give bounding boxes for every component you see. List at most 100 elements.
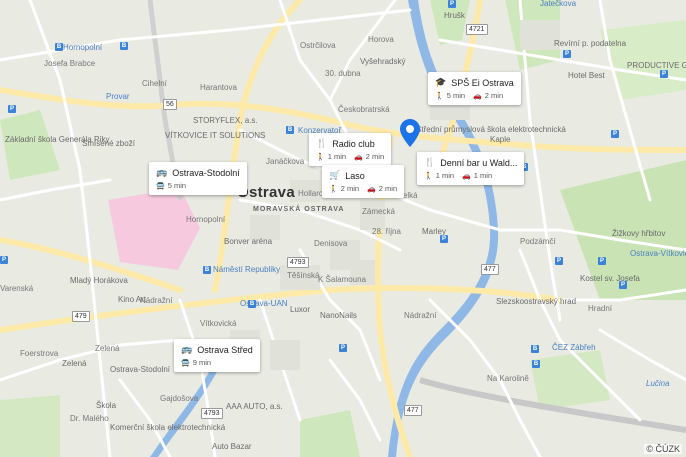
street-label: Hradní <box>588 304 613 313</box>
bus-icon: 🚌 <box>156 167 168 177</box>
route-shield: 4721 <box>466 24 488 35</box>
walk-time: 1 min <box>435 171 455 180</box>
place-label: Mladý Horákova <box>70 276 128 285</box>
drive-time: 2 min <box>484 91 504 100</box>
transit-stop-icon[interactable]: B <box>248 300 256 308</box>
street-label: Vítkovická <box>200 319 237 328</box>
poi-card-title: Ostrava-Stodolní <box>172 167 240 178</box>
place-label: Škola <box>96 401 117 410</box>
drive-time: 2 min <box>365 152 385 161</box>
route-shield: 477 <box>404 405 422 416</box>
poi-card-ostrava-stred[interactable]: 🚌 Ostrava Střed 🚍 9 min <box>174 339 260 372</box>
street-label: Foerstrova <box>20 349 59 358</box>
walk-time: 5 min <box>446 91 466 100</box>
street-label: Horova <box>368 35 394 44</box>
street-label: Na Karolině <box>487 374 529 383</box>
place-label: Komerční škola elektrotechnická <box>110 423 226 432</box>
transit-stop-icon[interactable]: B <box>286 126 294 134</box>
route-shield: 477 <box>481 264 499 275</box>
place-label: STORYFLEX, a.s. <box>193 116 258 125</box>
car-icon: 🚗 <box>367 185 376 193</box>
poi-card-denni-bar[interactable]: 🍴 Denní bar u Wald... 🚶 1 min 🚗 1 min <box>417 152 525 185</box>
parking-icon[interactable]: P <box>598 257 606 265</box>
bus-icon: 🚌 <box>181 344 193 354</box>
street-label: Zámecká <box>362 207 395 216</box>
parking-icon[interactable]: P <box>660 70 668 78</box>
drive-time: 1 min <box>473 171 493 180</box>
place-label: ČEZ Zábřeh <box>552 343 596 352</box>
transit-stop-icon[interactable]: B <box>203 266 211 274</box>
poi-card-school[interactable]: 🎓 SPŠ Ei Ostrava 🚶 5 min 🚗 2 min <box>428 72 521 105</box>
street-label: Nádražní <box>404 311 437 320</box>
street-label: Varenská <box>0 284 34 293</box>
parking-icon[interactable]: P <box>448 0 456 8</box>
parking-icon[interactable]: P <box>0 256 8 264</box>
transit-stop-icon[interactable]: B <box>55 43 63 51</box>
street-label: Zelená <box>95 344 120 353</box>
cart-icon: 🛒 <box>329 170 341 180</box>
transit-icon: 🚍 <box>181 359 190 367</box>
street-label: Ostrčilova <box>300 41 336 50</box>
route-shield: 479 <box>72 311 90 322</box>
map-canvas[interactable]: Ostrava MORAVSKÁ OSTRAVA Josefa Brabce C… <box>0 0 686 457</box>
parking-icon[interactable]: P <box>339 344 347 352</box>
transit-icon: 🚍 <box>156 182 165 190</box>
place-label: Luxor <box>290 305 311 314</box>
parking-icon[interactable]: P <box>611 130 619 138</box>
route-shield: 56 <box>163 99 177 110</box>
transit-stop-icon[interactable]: B <box>532 360 540 368</box>
school-icon: 🎓 <box>435 77 447 87</box>
route-shield: 4793 <box>201 408 223 419</box>
street-label: K Šalamouna <box>318 275 367 284</box>
place-label: PRODUCTIVE GROUP <box>627 61 686 70</box>
parking-icon[interactable]: P <box>563 50 571 58</box>
car-icon: 🚗 <box>462 172 471 180</box>
walk-time: 2 min <box>340 184 360 193</box>
place-label: Střední průmyslová škola elektrotechnick… <box>416 125 566 134</box>
map-credit: © ČÚZK <box>644 444 682 454</box>
poi-card-title: SPŠ Ei Ostrava <box>451 77 514 88</box>
location-pin-icon[interactable] <box>400 119 420 147</box>
drive-time: 2 min <box>378 184 398 193</box>
restaurant-icon: 🍴 <box>424 157 436 167</box>
walk-icon: 🚶 <box>329 185 338 193</box>
place-label: NanoNails <box>320 311 357 320</box>
place-label: Zelená <box>62 359 87 368</box>
place-label: Ostrava-Stodolní <box>110 365 171 374</box>
parking-icon[interactable]: P <box>440 235 448 243</box>
transit-stop-icon[interactable]: B <box>120 42 128 50</box>
place-label: VÍTKOVICE IT SOLUTIONS <box>165 131 266 140</box>
place-label: Vyšehradský <box>360 57 406 66</box>
street-label: Podzámčí <box>520 237 556 246</box>
street-label: Gajdošova <box>160 394 199 403</box>
place-label: Kaple <box>490 135 511 144</box>
street-label: Josefa Brabce <box>44 59 96 68</box>
place-label: Kino Art <box>118 295 147 304</box>
street-label: Denisova <box>314 239 348 248</box>
place-label: Náměstí Republiky <box>213 265 281 274</box>
parking-icon[interactable]: P <box>619 281 627 289</box>
poi-card-laso[interactable]: 🛒 Laso 🚶 2 min 🚗 2 min <box>322 165 405 198</box>
street-label: Cihelní <box>142 79 167 88</box>
poi-card-title: Ostrava Střed <box>197 344 253 355</box>
poi-card-ostrava-stodolni[interactable]: 🚌 Ostrava-Stodolní 🚍 5 min <box>149 162 247 195</box>
place-label: Ostrava-Vítkovice <box>630 249 686 258</box>
transit-stop-icon[interactable]: B <box>531 345 539 353</box>
poi-card-title: Radio club <box>332 138 375 149</box>
place-label: Kostel sv. Josefa <box>580 274 640 283</box>
parking-icon[interactable]: P <box>555 257 563 265</box>
place-label: Hotel Best <box>568 71 605 80</box>
poi-card-radio-club[interactable]: 🍴 Radio club 🚶 1 min 🚗 2 min <box>309 133 392 166</box>
walk-icon: 🚶 <box>424 172 433 180</box>
street-label: 30. dubna <box>325 69 361 78</box>
parking-icon[interactable]: P <box>8 105 16 113</box>
river-label: Lučina <box>646 379 670 388</box>
walk-time: 1 min <box>327 152 347 161</box>
place-label: Hrušk <box>444 11 465 20</box>
place-label: Hornopolní <box>63 43 103 52</box>
transit-time: 5 min <box>167 181 187 190</box>
place-label: Auto Bazar <box>212 442 252 451</box>
car-icon: 🚗 <box>473 92 482 100</box>
transit-time: 9 min <box>192 358 212 367</box>
place-label: Žižkovy hřbitov <box>612 229 666 238</box>
